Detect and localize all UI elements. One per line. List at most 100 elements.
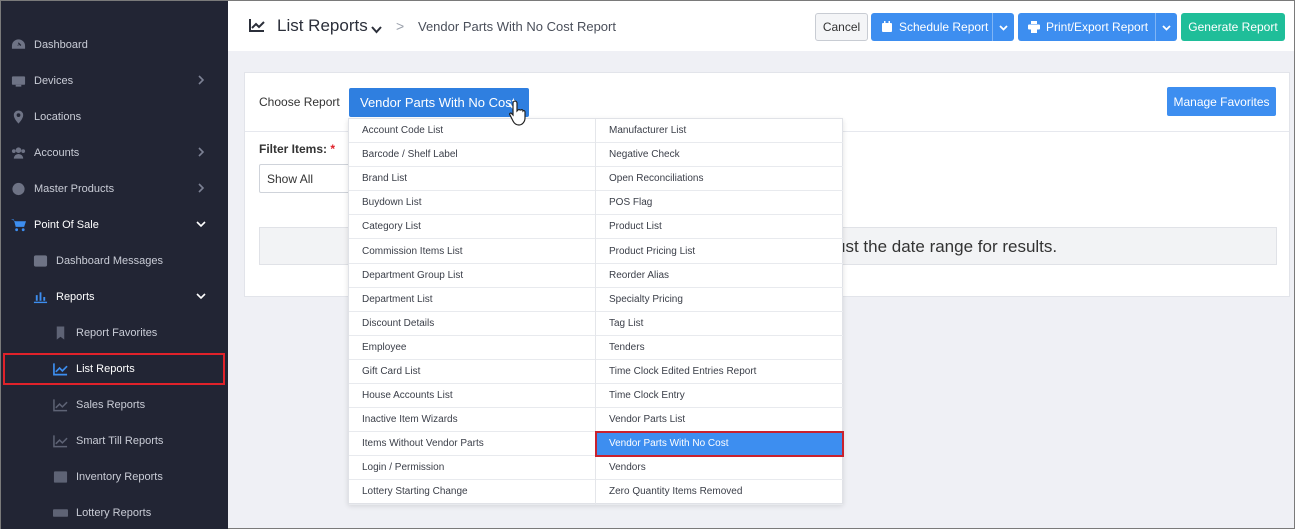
users-icon (10, 146, 26, 160)
dropdown-item-department-list[interactable]: Department List (349, 288, 595, 312)
sidebar-item-label: Smart Till Reports (76, 435, 164, 447)
hand-cursor-icon (508, 99, 529, 127)
dropdown-item-tag-list[interactable]: Tag List (596, 312, 843, 336)
sidebar-item-lottery-reports[interactable]: Lottery Reports (1, 495, 228, 529)
cancel-button[interactable]: Cancel (815, 13, 868, 41)
dropdown-item-product-pricing-list[interactable]: Product Pricing List (596, 239, 843, 264)
bar-chart-icon (32, 290, 48, 304)
dropdown-item-vendors[interactable]: Vendors (596, 456, 843, 481)
dropdown-item-house-accounts-list[interactable]: House Accounts List (349, 384, 595, 409)
schedule-report-button[interactable]: Schedule Report (871, 13, 1014, 41)
sidebar-item-label: Devices (34, 75, 74, 87)
dropdown-item-reorder-alias[interactable]: Reorder Alias (596, 264, 843, 288)
dropdown-item-vendor-parts-with-no-cost[interactable]: Vendor Parts With No Cost (595, 431, 844, 458)
breadcrumb-separator: > (396, 18, 405, 34)
dropdown-item-time-clock-edited-entries-report[interactable]: Time Clock Edited Entries Report (596, 360, 843, 385)
chevron-right-icon (196, 75, 206, 85)
chevron-down-icon[interactable] (992, 13, 1014, 41)
dropdown-item-account-code-list[interactable]: Account Code List (349, 119, 595, 144)
chevron-down-icon[interactable] (1155, 13, 1177, 41)
calendar-icon (881, 21, 893, 33)
sidebar-item-label: Sales Reports (76, 399, 146, 411)
bookmark-icon (52, 326, 68, 340)
printer-icon (1028, 21, 1040, 33)
dropdown-item-lottery-starting-change[interactable]: Lottery Starting Change (349, 480, 595, 505)
sidebar-item-label: Report Favorites (76, 327, 158, 339)
line-chart-icon (52, 434, 68, 448)
sidebar-item-dashboard-messages[interactable]: Dashboard Messages (1, 243, 228, 279)
sidebar-item-label: Accounts (34, 147, 80, 159)
sidebar-item-master-products[interactable]: Master Products (1, 171, 228, 207)
dropdown-item-items-without-vendor-parts[interactable]: Items Without Vendor Parts (349, 432, 595, 457)
dropdown-column-left: Account Code List Barcode / Shelf Label Br… (349, 119, 596, 505)
dropdown-item-commission-items-list[interactable]: Commission Items List (349, 239, 595, 264)
sidebar-item-label: Reports (56, 291, 95, 303)
dropdown-item-open-reconciliations[interactable]: Open Reconciliations (596, 167, 843, 192)
filter-items-select[interactable]: Show All (259, 164, 359, 193)
sidebar-item-reports[interactable]: Reports (1, 279, 228, 315)
choose-report-dropdown[interactable]: Vendor Parts With No Cost (349, 88, 529, 117)
sidebar-item-label: Locations (34, 111, 82, 123)
inventory-icon (52, 470, 68, 484)
print-export-label: Print/Export Report (1046, 20, 1149, 34)
dropdown-item-inactive-item-wizards[interactable]: Inactive Item Wizards (349, 408, 595, 433)
dropdown-item-employee[interactable]: Employee (349, 336, 595, 360)
sidebar-item-inventory-reports[interactable]: Inventory Reports (1, 459, 228, 495)
top-header: List Reports > Vendor Parts With No Cost… (228, 1, 1294, 51)
filter-items-label: Filter Items: * (259, 142, 335, 156)
dropdown-item-buydown-list[interactable]: Buydown List (349, 191, 595, 216)
dropdown-item-pos-flag[interactable]: POS Flag (596, 191, 843, 216)
dropdown-item-department-group-list[interactable]: Department Group List (349, 264, 595, 288)
chevron-right-icon (196, 147, 206, 157)
sidebar-item-label: Inventory Reports (76, 471, 163, 483)
sidebar-item-label: Dashboard (34, 39, 88, 51)
filter-items-text: Filter Items: (259, 142, 328, 156)
sidebar-item-accounts[interactable]: Accounts (1, 135, 228, 171)
line-chart-icon (52, 398, 68, 412)
chevron-down-icon (196, 219, 206, 229)
generate-report-button[interactable]: Generate Report (1181, 13, 1285, 41)
sidebar-item-report-favorites[interactable]: Report Favorites (1, 315, 228, 351)
dropdown-item-manufacturer-list[interactable]: Manufacturer List (596, 119, 843, 144)
dropdown-item-brand-list[interactable]: Brand List (349, 167, 595, 192)
print-export-button[interactable]: Print/Export Report (1018, 13, 1177, 41)
dropdown-item-product-list[interactable]: Product List (596, 215, 843, 240)
results-message-text: ust the date range for results. (836, 237, 1058, 256)
report-dropdown-menu: Account Code List Barcode / Shelf Label Br… (348, 118, 844, 505)
dropdown-item-negative-check[interactable]: Negative Check (596, 143, 843, 168)
chevron-right-icon (196, 183, 206, 193)
dropdown-item-zero-quantity-items-removed[interactable]: Zero Quantity Items Removed (596, 480, 843, 505)
dropdown-item-specialty-pricing[interactable]: Specialty Pricing (596, 288, 843, 312)
choose-report-label: Choose Report (259, 95, 340, 109)
dropdown-item-barcode-shelf-label[interactable]: Barcode / Shelf Label (349, 143, 595, 168)
dropdown-item-discount-details[interactable]: Discount Details (349, 312, 595, 336)
sidebar-item-sales-reports[interactable]: Sales Reports (1, 387, 228, 423)
sidebar: Dashboard Devices Locations Accounts Mas… (1, 1, 228, 529)
chevron-down-icon[interactable] (371, 22, 382, 34)
sidebar-item-point-of-sale[interactable]: Point Of Sale (1, 207, 228, 243)
sidebar-item-label: Lottery Reports (76, 507, 152, 519)
ticket-icon (52, 506, 68, 520)
dropdown-item-gift-card-list[interactable]: Gift Card List (349, 360, 595, 385)
list-reports-highlight (3, 353, 225, 385)
dashboard-icon (10, 38, 26, 52)
manage-favorites-button[interactable]: Manage Favorites (1167, 87, 1276, 116)
dropdown-item-tenders[interactable]: Tenders (596, 336, 843, 360)
dropdown-item-vendor-parts-list[interactable]: Vendor Parts List (596, 408, 843, 433)
dropdown-item-time-clock-entry[interactable]: Time Clock Entry (596, 384, 843, 409)
sidebar-item-locations[interactable]: Locations (1, 99, 228, 135)
schedule-report-label: Schedule Report (899, 20, 989, 34)
location-pin-icon (10, 110, 26, 124)
devices-icon (10, 74, 26, 88)
line-chart-icon (249, 18, 265, 32)
sidebar-item-dashboard[interactable]: Dashboard (1, 27, 228, 63)
chevron-down-icon (196, 291, 206, 301)
dropdown-item-category-list[interactable]: Category List (349, 215, 595, 240)
product-badge-icon (10, 182, 26, 196)
sidebar-item-devices[interactable]: Devices (1, 63, 228, 99)
dropdown-item-login-permission[interactable]: Login / Permission (349, 456, 595, 481)
breadcrumb: Vendor Parts With No Cost Report (418, 19, 616, 34)
sidebar-item-label: Point Of Sale (34, 219, 99, 231)
sidebar-item-label: Master Products (34, 183, 115, 195)
sidebar-item-smart-till-reports[interactable]: Smart Till Reports (1, 423, 228, 459)
